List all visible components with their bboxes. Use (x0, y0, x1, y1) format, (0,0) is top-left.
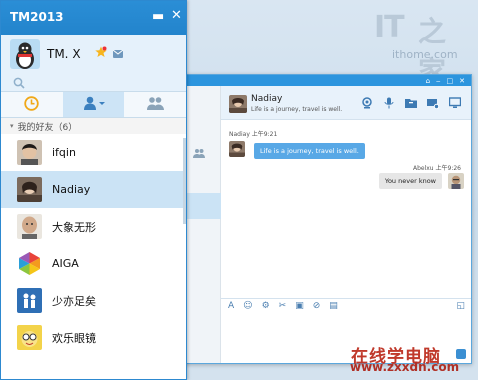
chat-contact-name: Nadiay (251, 94, 283, 104)
input-toolbar: A ☺ ⚙ ✂ ▣ ⊘ ▤ ◱ (221, 298, 471, 313)
group-header[interactable]: ▾ 我的好友（6） (1, 118, 186, 134)
maximize-icon[interactable]: □ (447, 77, 454, 85)
avatar (17, 288, 42, 313)
contact-name: ifqin (52, 146, 76, 159)
contact-name: 大象无形 (52, 220, 96, 234)
logo-brand: IT (374, 10, 405, 45)
avatar (17, 214, 42, 239)
chat-toolbar (361, 97, 461, 109)
contact-item-ifqin[interactable]: ifqin (1, 134, 186, 171)
emoji-icon[interactable]: ☺ (243, 301, 252, 311)
block-icon[interactable]: ⊘ (313, 301, 321, 311)
contact-item-nadiay[interactable]: Nadiay (1, 171, 186, 208)
profile-avatar[interactable] (10, 39, 40, 69)
message-meta: Nadiay 上午9:21 (229, 131, 278, 138)
avatar (17, 251, 42, 276)
watermark-url: www.zxxdn.com (350, 360, 460, 374)
avatar (17, 140, 42, 165)
chat-window: ⌂ ‒ □ ✕ Nadiay Life is a journey, travel… (160, 74, 472, 364)
message-avatar[interactable] (448, 173, 464, 189)
expand-icon[interactable]: ◱ (456, 301, 465, 311)
video-call-icon[interactable] (361, 97, 373, 109)
contact-name: 少亦足矣 (52, 294, 96, 308)
message-bubble-incoming: Life is a journey, travel is well. (254, 143, 365, 159)
chat-header: Nadiay Life is a journey, travel is well… (221, 86, 471, 120)
tab-groups[interactable] (124, 92, 186, 117)
profile-bar: TM. X (1, 35, 186, 75)
minimize-icon[interactable]: ▬ (152, 9, 164, 24)
contacts-icon (83, 96, 105, 113)
contact-item-huanle[interactable]: 欢乐眼镜 (1, 319, 186, 356)
message-avatar[interactable] (229, 141, 245, 157)
search-icon (13, 77, 25, 89)
caret-down-icon: ▾ (10, 122, 14, 130)
groups-icon (146, 96, 164, 113)
contact-list: ifqin Nadiay 大象无形 AIGA 少亦足矣 欢乐眼镜 (1, 134, 186, 356)
remote-assist-icon[interactable] (427, 97, 439, 109)
group-label: 我的好友（6） (17, 122, 78, 133)
chat-contact-status: Life is a journey, travel is well. (251, 106, 343, 113)
message-area: Nadiay 上午9:21 Life is a journey, travel … (221, 121, 471, 299)
contact-item-shaoyi[interactable]: 少亦足矣 (1, 282, 186, 319)
message-meta: Abelxu 上午9:26 (412, 165, 461, 172)
search-input[interactable] (29, 76, 179, 90)
chat-window-controls: ⌂ ‒ □ ✕ (161, 75, 471, 86)
mail-icon[interactable] (112, 48, 124, 58)
minimize-icon[interactable]: ‒ (436, 77, 440, 85)
contact-name: 欢乐眼镜 (52, 331, 96, 345)
panel-titlebar: TM2013 ▬ ✕ (1, 1, 186, 35)
avatar (17, 177, 42, 202)
search-bar (1, 75, 186, 91)
scrollbar[interactable] (183, 138, 186, 224)
logo-url: ithome.com (392, 48, 458, 61)
tab-contacts[interactable] (62, 92, 125, 117)
online-status-icon[interactable] (95, 46, 107, 58)
avatar (17, 325, 42, 350)
contact-avatar[interactable] (229, 95, 247, 113)
close-icon[interactable]: ✕ (459, 77, 465, 85)
group-chat-icon[interactable] (193, 148, 205, 161)
recent-icon (24, 95, 40, 114)
screenshot-icon[interactable]: ✂ (279, 301, 287, 311)
tab-recent[interactable] (1, 92, 63, 117)
send-file-icon[interactable] (405, 97, 417, 109)
pin-icon[interactable]: ⌂ (426, 77, 430, 85)
contact-name: AIGA (52, 257, 79, 270)
contact-item-aiga[interactable]: AIGA (1, 245, 186, 282)
panel-tabs (1, 91, 186, 118)
contact-item-daxiang[interactable]: 大象无形 (1, 208, 186, 245)
send-button[interactable] (456, 349, 466, 359)
voice-call-icon[interactable] (383, 97, 395, 109)
font-icon[interactable]: A (228, 301, 234, 311)
history-icon[interactable]: ▤ (329, 301, 338, 311)
close-icon[interactable]: ✕ (171, 8, 182, 23)
message-bubble-outgoing: You never know (378, 173, 442, 189)
share-screen-icon[interactable] (449, 97, 461, 109)
profile-name[interactable]: TM. X (47, 47, 81, 61)
ithome-logo: IT 之家 ithome.com (374, 10, 464, 88)
shake-icon[interactable]: ⚙ (262, 301, 270, 311)
panel-title: TM2013 (10, 10, 64, 24)
contact-panel: TM2013 ▬ ✕ TM. X ▾ 我的好友（6） ifqin Nadiay … (0, 0, 187, 380)
image-icon[interactable]: ▣ (295, 301, 304, 311)
contact-name: Nadiay (52, 183, 91, 196)
